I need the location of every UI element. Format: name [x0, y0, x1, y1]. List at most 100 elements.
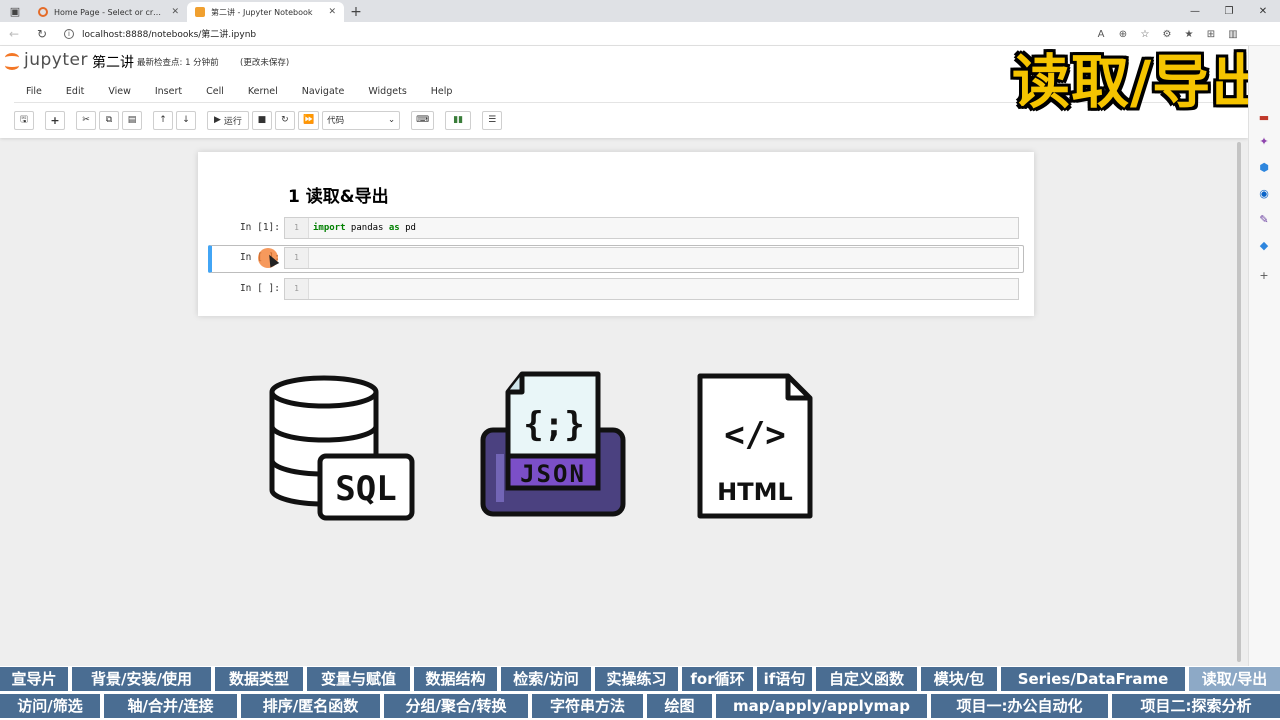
restart-run-all-button[interactable]: ⏩	[297, 110, 320, 130]
collections-icon[interactable]: ⊞	[1200, 29, 1222, 40]
chapter-item[interactable]: if语句	[757, 667, 812, 691]
paste-button[interactable]: ▤	[122, 110, 142, 130]
chapter-item[interactable]: 宣导片	[0, 667, 68, 691]
play-icon: ▶	[214, 115, 221, 125]
notebook-name[interactable]: 第二讲	[92, 52, 134, 72]
outlook-icon[interactable]: ◉	[1257, 186, 1271, 200]
close-icon[interactable]: ✕	[171, 7, 179, 17]
chapter-item[interactable]: 访问/筛选	[0, 694, 100, 718]
minimize-icon[interactable]: —	[1178, 0, 1212, 22]
chapter-item[interactable]: 变量与赋值	[307, 667, 410, 691]
cell-input[interactable]: 1	[284, 278, 1019, 300]
chapter-item[interactable]: 自定义函数	[816, 667, 917, 691]
command-palette-button[interactable]: ⌨	[411, 110, 435, 130]
menu-view[interactable]: View	[96, 86, 143, 97]
cell-type-select[interactable]: 代码 ⌄	[322, 110, 401, 130]
cell-input[interactable]: 1 import pandas as pd	[284, 217, 1019, 239]
notebook-container: 1 读取&导出 In [1]: 1 import pandas as pd In…	[198, 152, 1034, 316]
drop-icon[interactable]: ◆	[1257, 238, 1271, 252]
markdown-heading[interactable]: 1 读取&导出	[288, 182, 389, 207]
chapter-item[interactable]: 项目二:探索分析	[1112, 694, 1280, 718]
sql-database-icon: SQL	[269, 375, 415, 521]
save-icon: 🖫	[20, 115, 28, 125]
restart-button[interactable]: ↻	[274, 110, 295, 130]
chapter-item[interactable]: 模块/包	[921, 667, 997, 691]
browser-tab-home[interactable]: Home Page - Select or create a n ✕	[30, 2, 187, 22]
menu-widgets[interactable]: Widgets	[356, 86, 418, 97]
chapter-item[interactable]: 背景/安装/使用	[72, 667, 211, 691]
url-input[interactable]: localhost:8888/notebooks/第二讲.ipynb	[82, 27, 256, 40]
read-aloud-icon[interactable]: A	[1090, 29, 1112, 40]
restore-icon[interactable]: ❐	[1212, 0, 1246, 22]
split-icon[interactable]: ▥	[1222, 29, 1244, 40]
chapter-item[interactable]: 检索/访问	[501, 667, 591, 691]
games-icon[interactable]: ⬢	[1257, 160, 1271, 174]
menu-help[interactable]: Help	[419, 86, 465, 97]
chapter-item-current[interactable]: 读取/导出	[1189, 667, 1280, 691]
keyboard-icon: ⌨	[416, 115, 430, 125]
paste-icon: ▤	[127, 115, 137, 125]
cell-code: import pandas as pd	[313, 218, 416, 238]
chapter-item[interactable]: 项目一:办公自动化	[931, 694, 1108, 718]
chapter-item[interactable]: 实操练习	[595, 667, 678, 691]
move-down-button[interactable]: ↓	[176, 110, 196, 130]
menu-insert[interactable]: Insert	[143, 86, 194, 97]
tools-icon[interactable]: ✦	[1257, 134, 1271, 148]
zoom-icon[interactable]: ⊕	[1112, 29, 1134, 40]
toc-button[interactable]: ☰	[482, 110, 503, 130]
checkpoint-status: 最新检查点: 1 分钟前	[137, 58, 219, 68]
nbextension-button[interactable]: ▮▮	[445, 110, 472, 130]
move-up-button[interactable]: ↑	[153, 110, 173, 130]
menu-edit[interactable]: Edit	[54, 86, 96, 97]
notebook-toolbar: 🖫 + ✂ ⧉ ▤ ↑ ↓ ▶ 运行 ■ ↻ ⏩ 代码 ⌄ ⌨ ▮▮ ☰	[14, 110, 503, 130]
jupyter-logo[interactable]: jupyter	[4, 50, 88, 70]
restart-icon: ↻	[281, 115, 289, 125]
browser-tab-notebook[interactable]: 第二讲 - Jupyter Notebook ✕	[187, 2, 344, 22]
cell-input[interactable]: 1	[284, 247, 1019, 269]
cut-button[interactable]: ✂	[76, 110, 96, 130]
arrow-down-icon: ↓	[182, 115, 190, 125]
menu-file[interactable]: File	[14, 86, 54, 97]
copy-button[interactable]: ⧉	[99, 110, 119, 130]
code-cell[interactable]: In [1]: 1 import pandas as pd	[208, 217, 1024, 241]
window-close-icon[interactable]: ✕	[1246, 0, 1280, 22]
chart-icon: ▮▮	[453, 115, 464, 125]
chapter-item[interactable]: for循环	[682, 667, 753, 691]
logo-text: jupyter	[24, 50, 88, 70]
page-scrollbar[interactable]	[1237, 142, 1241, 662]
refresh-icon[interactable]: ↻	[28, 22, 56, 46]
chapter-item[interactable]: Series/DataFrame	[1001, 667, 1185, 691]
menu-kernel[interactable]: Kernel	[236, 86, 290, 97]
chapter-item[interactable]: 分组/聚合/转换	[384, 694, 528, 718]
favorite-icon[interactable]: ☆	[1134, 29, 1156, 40]
code-cell[interactable]: In [ ]: 1	[208, 278, 1024, 302]
close-icon[interactable]: ✕	[328, 7, 336, 17]
chapter-item[interactable]: 排序/匿名函数	[241, 694, 380, 718]
shopping-icon[interactable]: ▬	[1257, 110, 1271, 124]
chapter-item[interactable]: map/apply/applymap	[716, 694, 927, 718]
tab-actions-icon[interactable]: ▣	[0, 0, 30, 22]
chapter-item[interactable]: 轴/合并/连接	[104, 694, 237, 718]
chapter-item[interactable]: 字符串方法	[532, 694, 643, 718]
menu-navigate[interactable]: Navigate	[290, 86, 357, 97]
save-button[interactable]: 🖫	[14, 110, 34, 130]
menu-cell[interactable]: Cell	[194, 86, 236, 97]
insert-cell-button[interactable]: +	[45, 110, 65, 130]
code-cell-selected[interactable]: In [ ]: 1	[208, 245, 1024, 273]
site-info-icon[interactable]: i	[64, 28, 74, 39]
favorites-icon[interactable]: ★	[1178, 29, 1200, 40]
interrupt-button[interactable]: ■	[251, 110, 272, 130]
extensions-icon[interactable]: ⚙	[1156, 29, 1178, 40]
designer-icon[interactable]: ✎	[1257, 212, 1271, 226]
jupyter-logo-icon	[4, 51, 20, 70]
back-icon[interactable]: ←	[0, 22, 28, 46]
keyword: as	[388, 223, 400, 233]
chapter-item[interactable]: 数据结构	[414, 667, 497, 691]
chapter-item[interactable]: 绘图	[647, 694, 712, 718]
new-tab-button[interactable]: +	[344, 2, 368, 22]
notebook-favicon-icon	[195, 7, 205, 17]
add-panel-icon[interactable]: +	[1257, 268, 1271, 282]
tab-title: 第二讲 - Jupyter Notebook	[211, 7, 313, 17]
run-button[interactable]: ▶ 运行	[207, 110, 249, 130]
chapter-item[interactable]: 数据类型	[215, 667, 303, 691]
